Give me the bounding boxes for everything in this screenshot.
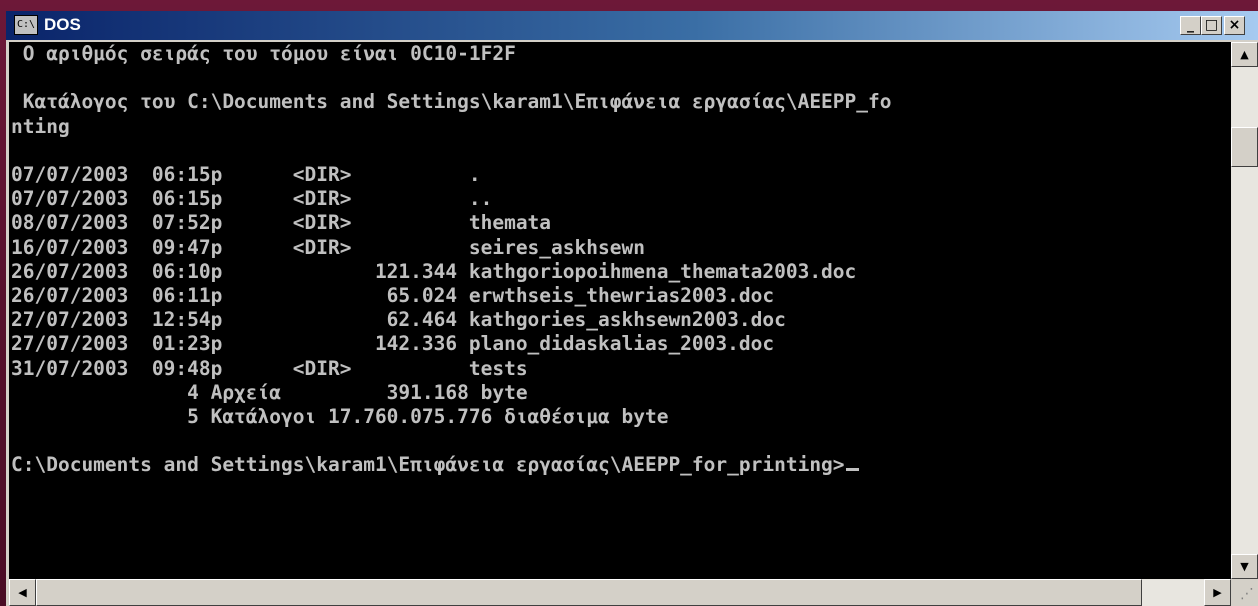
text-cursor — [845, 468, 859, 472]
dos-window: C:\ DOS _ □ × Ο αριθμός σειράς του τόμου… — [6, 11, 1258, 606]
vertical-scrollbar[interactable]: ▲ ▼ — [1231, 42, 1258, 579]
scroll-right-button[interactable]: ▶ — [1204, 579, 1231, 606]
console-line: 4 Αρχεία 391.168 byte — [11, 380, 528, 404]
scroll-up-button[interactable]: ▲ — [1231, 42, 1258, 67]
minimize-button[interactable]: _ — [1180, 16, 1201, 35]
window-title: DOS — [44, 15, 81, 34]
console-line: Κατάλογος του C:\Documents and Settings\… — [11, 90, 892, 114]
console-line: 16/07/2003 09:47p <DIR> seires_askhsewn — [11, 235, 645, 259]
console-line: 26/07/2003 06:11p 65.024 erwthseis_thewr… — [11, 284, 775, 308]
console-line: Ο αριθμός σειράς του τόμου είναι 0C10-1F… — [11, 42, 516, 65]
console-line: 08/07/2003 07:52p <DIR> themata — [11, 211, 552, 235]
horizontal-scrollbar[interactable]: ◀ ▶ — [9, 579, 1231, 606]
console-line: 27/07/2003 01:23p 142.336 plano_didaskal… — [11, 332, 775, 356]
console-line: 5 Κατάλογοι 17.760.075.776 διαθέσιμα byt… — [11, 405, 669, 429]
console-app-icon[interactable]: C:\ — [14, 15, 38, 35]
console-output[interactable]: Ο αριθμός σειράς του τόμου είναι 0C10-1F… — [9, 42, 1231, 579]
maximize-button[interactable]: □ — [1201, 16, 1222, 35]
console-text: Ο αριθμός σειράς του τόμου είναι 0C10-1F… — [9, 42, 1231, 453]
console-line: 07/07/2003 06:15p <DIR> . — [11, 163, 481, 187]
vertical-scroll-thumb[interactable] — [1231, 127, 1258, 167]
console-line: 31/07/2003 09:48p <DIR> tests — [11, 356, 528, 380]
scroll-left-button[interactable]: ◀ — [9, 579, 36, 606]
resize-grip[interactable]: ⋰ — [1231, 579, 1258, 606]
title-bar[interactable]: C:\ DOS _ □ × — [6, 11, 1258, 40]
console-line: 26/07/2003 06:10p 121.344 kathgoriopoihm… — [11, 259, 857, 283]
command-prompt: C:\Documents and Settings\karam1\Επιφάνε… — [11, 453, 845, 477]
console-line: 07/07/2003 06:15p <DIR> .. — [11, 187, 493, 211]
horizontal-scroll-thumb[interactable] — [36, 579, 1142, 606]
console-line: 27/07/2003 12:54p 62.464 kathgories_askh… — [11, 308, 786, 332]
command-prompt-line[interactable]: C:\Documents and Settings\karam1\Επιφάνε… — [9, 453, 1231, 477]
console-line: nting — [11, 114, 70, 138]
close-button[interactable]: × — [1224, 16, 1245, 35]
scroll-down-button[interactable]: ▼ — [1231, 554, 1258, 579]
resize-grip-icon: ⋰ — [1240, 586, 1254, 602]
